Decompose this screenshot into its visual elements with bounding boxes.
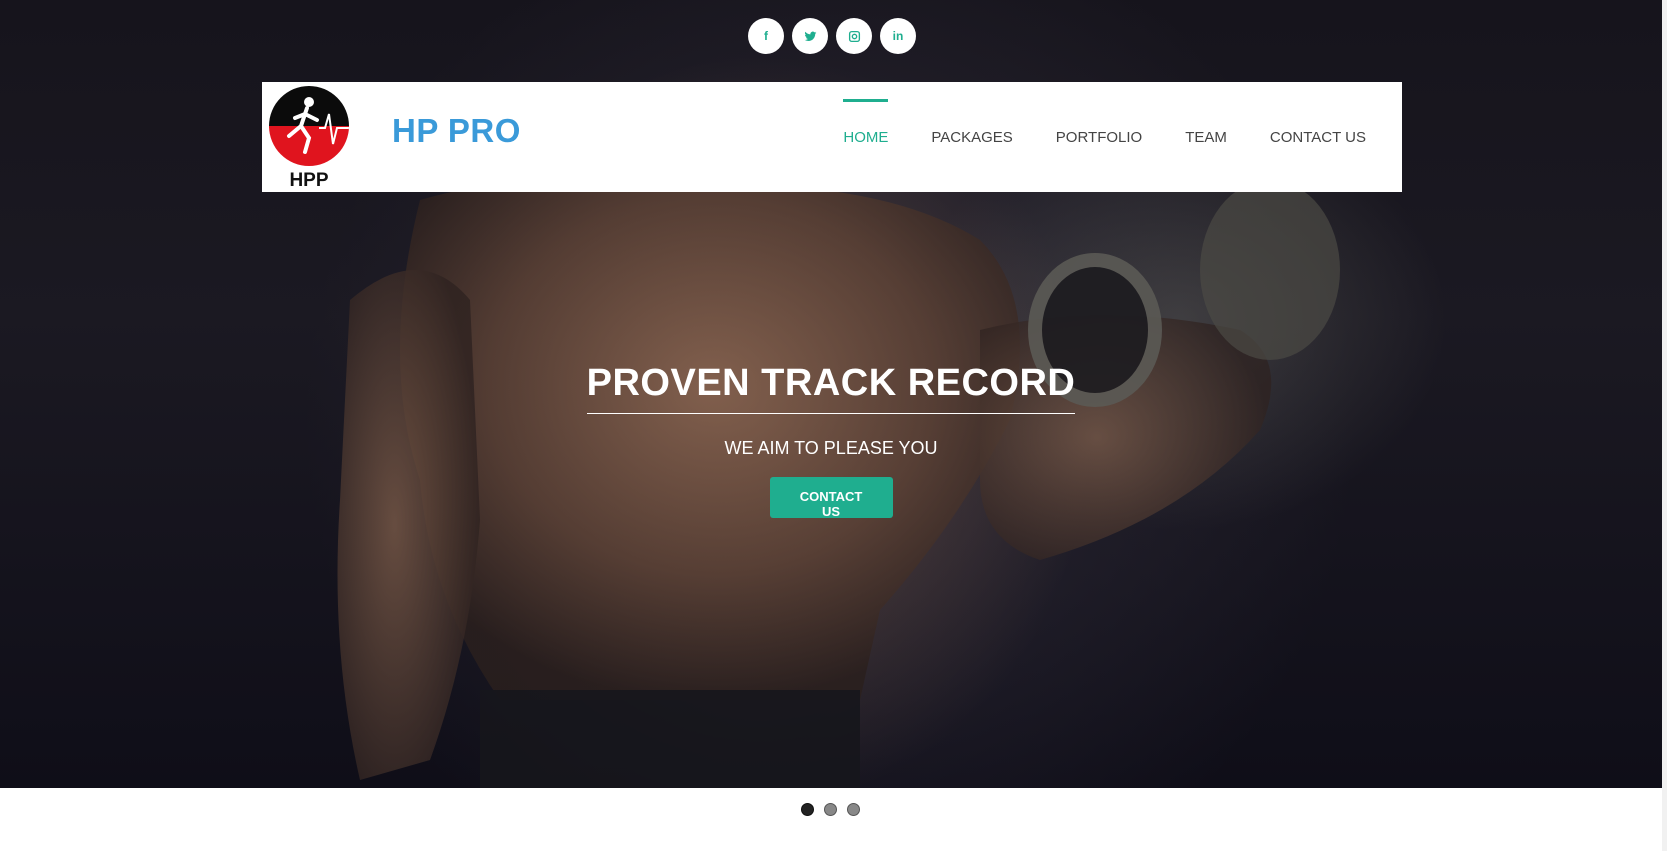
- nav-item-contact-us[interactable]: CONTACT US: [1270, 129, 1366, 146]
- nav-item-home[interactable]: HOME: [843, 98, 889, 146]
- logo[interactable]: HPP: [266, 84, 352, 191]
- runner-logo-icon: [269, 86, 349, 166]
- nav-item-packages[interactable]: PACKAGES: [931, 129, 1012, 146]
- scrollbar[interactable]: [1662, 0, 1667, 851]
- nav-item-portfolio[interactable]: PORTFOLIO: [1056, 129, 1142, 146]
- instagram-icon[interactable]: [836, 18, 872, 54]
- carousel-dot-1[interactable]: [801, 803, 814, 816]
- logo-text: HPP: [289, 170, 329, 191]
- carousel-indicators: [801, 803, 860, 816]
- hero-subtitle: WE AIM TO PLEASE YOU: [724, 438, 938, 458]
- nav-item-team[interactable]: TEAM: [1185, 129, 1227, 146]
- hero-title: PROVEN TRACK RECORD: [586, 362, 1076, 414]
- carousel-dot-3[interactable]: [847, 803, 860, 816]
- hero-content: PROVEN TRACK RECORD WE AIM TO PLEASE YOU…: [0, 362, 1662, 521]
- main-nav: HOME PACKAGES PORTFOLIO TEAM CONTACT US: [843, 82, 1366, 192]
- linkedin-icon[interactable]: in: [880, 18, 916, 54]
- twitter-icon[interactable]: [792, 18, 828, 54]
- facebook-icon[interactable]: f: [748, 18, 784, 54]
- navbar: HPP HP PRO HOME PACKAGES PORTFOLIO TEAM …: [262, 82, 1402, 192]
- carousel-dot-2[interactable]: [824, 803, 837, 816]
- site-brand[interactable]: HP PRO: [392, 112, 521, 150]
- social-links: f in: [748, 18, 916, 54]
- contact-us-button[interactable]: CONTACT US: [769, 477, 893, 519]
